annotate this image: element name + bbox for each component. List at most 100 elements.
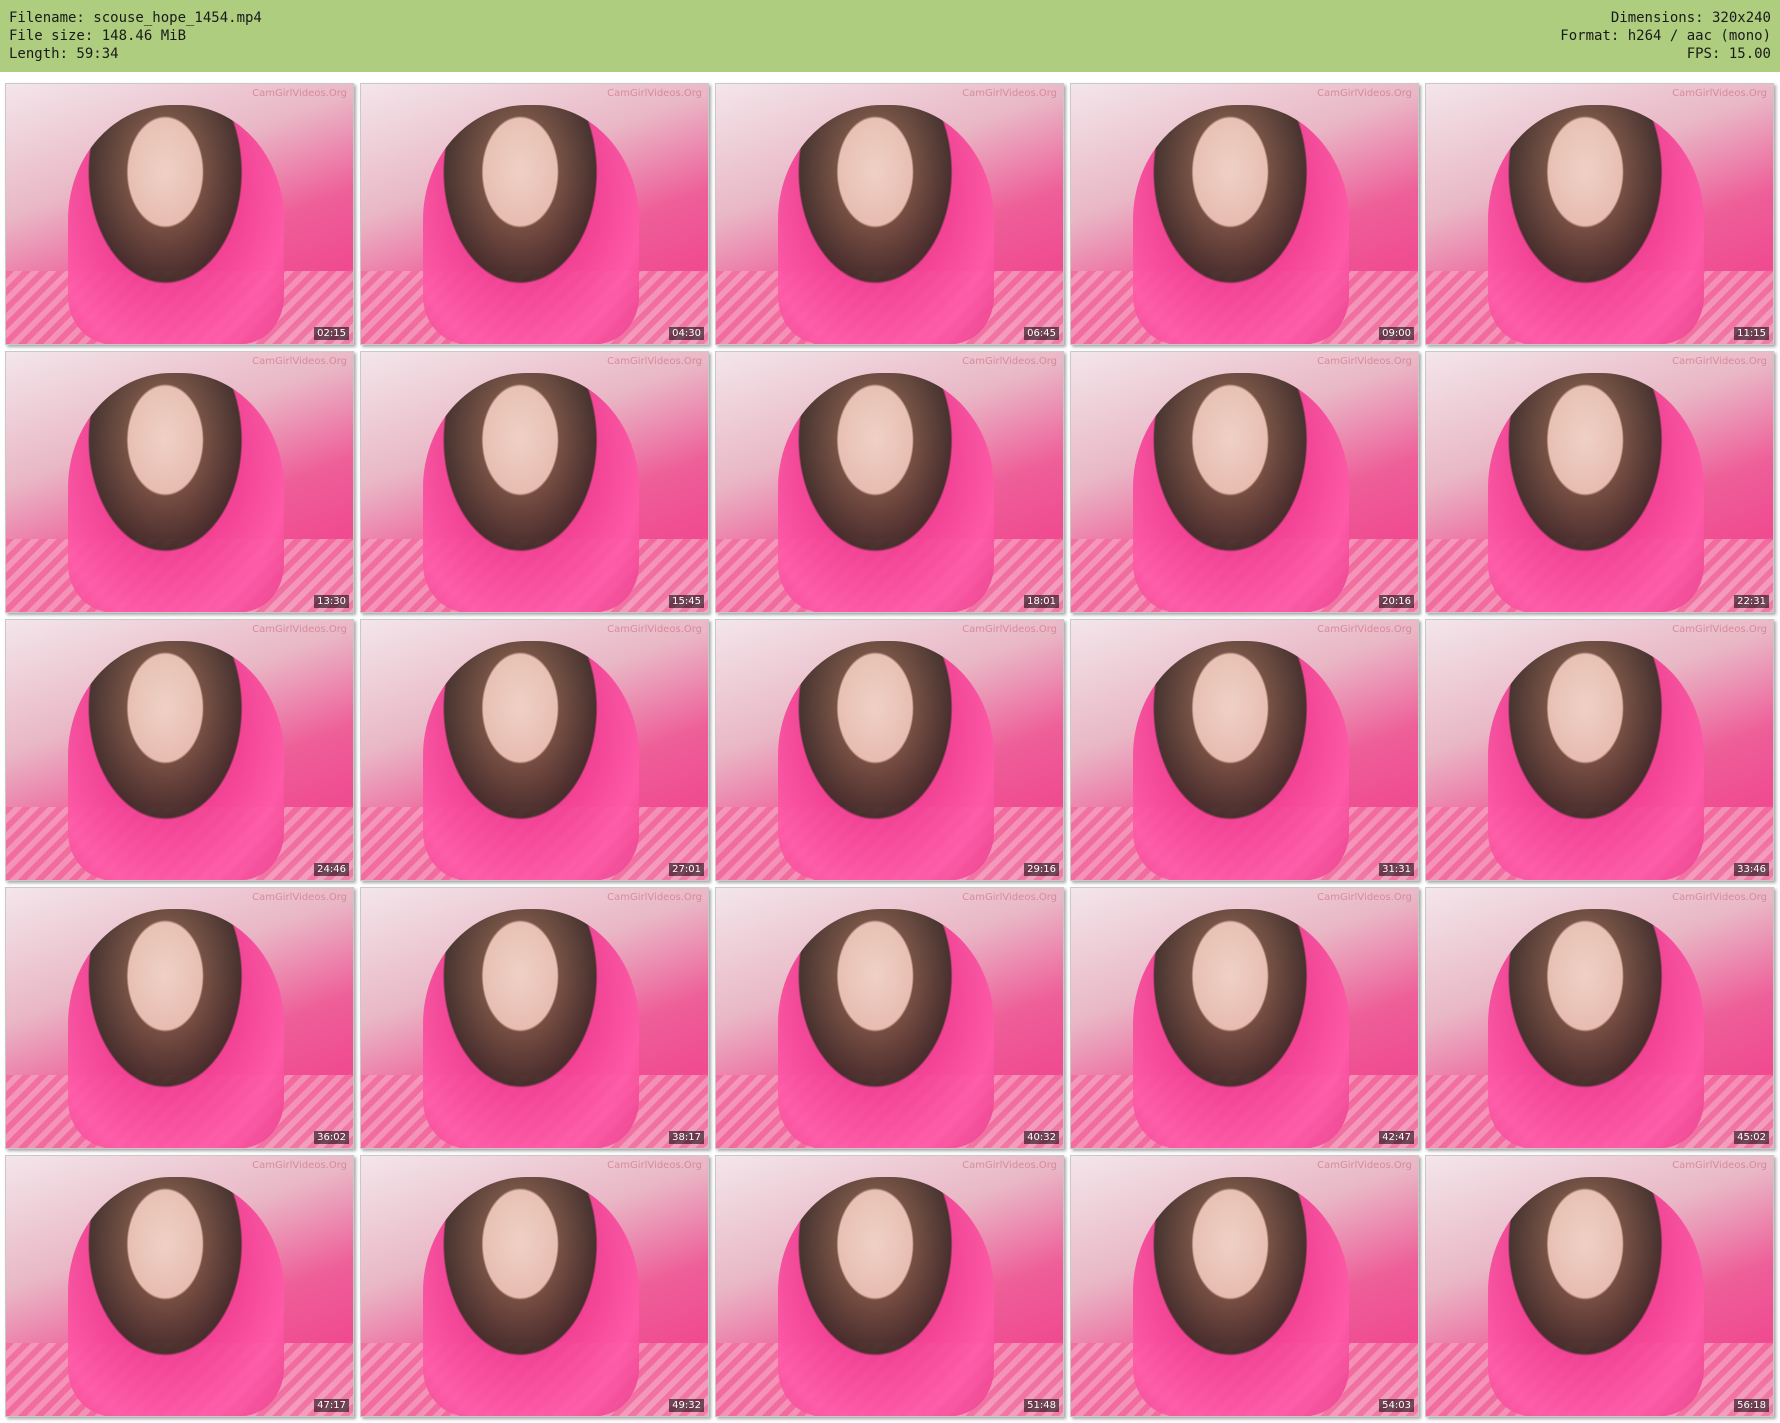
- thumbnail-timestamp: 31:31: [1379, 863, 1414, 876]
- thumbnail-image-figure: [778, 1176, 994, 1416]
- thumbnail-timestamp: 51:48: [1024, 1399, 1059, 1412]
- thumbnail-timestamp: 22:31: [1734, 595, 1769, 608]
- watermark-text: CamGirlVideos.Org: [607, 1160, 702, 1171]
- thumbnail-timestamp: 42:47: [1379, 1131, 1414, 1144]
- thumbnail-image-figure: [68, 640, 284, 880]
- thumbnail-timestamp: 40:32: [1024, 1131, 1059, 1144]
- watermark-text: CamGirlVideos.Org: [607, 356, 702, 367]
- thumbnail: CamGirlVideos.Org 09:00: [1070, 83, 1419, 345]
- thumbnail-image-figure: [423, 908, 639, 1148]
- thumbnail: CamGirlVideos.Org 36:02: [5, 887, 354, 1149]
- watermark-text: CamGirlVideos.Org: [252, 1160, 347, 1171]
- file-info: Filename: scouse_hope_1454.mp4 File size…: [9, 9, 262, 63]
- watermark-text: CamGirlVideos.Org: [1317, 1160, 1412, 1171]
- thumbnail: CamGirlVideos.Org 51:48: [715, 1155, 1064, 1417]
- thumbnail: CamGirlVideos.Org 06:45: [715, 83, 1064, 345]
- watermark-text: CamGirlVideos.Org: [1317, 356, 1412, 367]
- thumbnail: CamGirlVideos.Org 45:02: [1425, 887, 1774, 1149]
- watermark-text: CamGirlVideos.Org: [962, 892, 1057, 903]
- filesize-text: File size: 148.46 MiB: [9, 28, 187, 44]
- thumbnail: CamGirlVideos.Org 29:16: [715, 619, 1064, 881]
- thumbnail: CamGirlVideos.Org 04:30: [360, 83, 709, 345]
- thumbnail-timestamp: 20:16: [1379, 595, 1414, 608]
- thumbnail: CamGirlVideos.Org 20:16: [1070, 351, 1419, 613]
- thumbnail-timestamp: 33:46: [1734, 863, 1769, 876]
- thumbnail-image-figure: [1488, 372, 1704, 612]
- thumbnail-image-figure: [68, 372, 284, 612]
- thumbnail: CamGirlVideos.Org 22:31: [1425, 351, 1774, 613]
- thumbnail: CamGirlVideos.Org 54:03: [1070, 1155, 1419, 1417]
- thumbnail-timestamp: 54:03: [1379, 1399, 1414, 1412]
- thumbnail-image-figure: [1133, 1176, 1349, 1416]
- thumbnail-image-figure: [778, 908, 994, 1148]
- thumbnail-timestamp: 04:30: [669, 327, 704, 340]
- watermark-text: CamGirlVideos.Org: [962, 1160, 1057, 1171]
- thumbnail-image-figure: [423, 372, 639, 612]
- watermark-text: CamGirlVideos.Org: [1317, 88, 1412, 99]
- thumbnail-image-figure: [1133, 104, 1349, 344]
- thumbnail-image-figure: [423, 640, 639, 880]
- thumbnail: CamGirlVideos.Org 11:15: [1425, 83, 1774, 345]
- thumbnail: CamGirlVideos.Org 31:31: [1070, 619, 1419, 881]
- watermark-text: CamGirlVideos.Org: [252, 624, 347, 635]
- thumbnail-timestamp: 24:46: [314, 863, 349, 876]
- thumbnail: CamGirlVideos.Org 56:18: [1425, 1155, 1774, 1417]
- watermark-text: CamGirlVideos.Org: [962, 88, 1057, 99]
- thumbnail: CamGirlVideos.Org 27:01: [360, 619, 709, 881]
- stream-info: Dimensions: 320x240 Format: h264 / aac (…: [1560, 9, 1771, 63]
- thumbnail-image-figure: [1488, 104, 1704, 344]
- thumbnail-timestamp: 06:45: [1024, 327, 1059, 340]
- thumbnail: CamGirlVideos.Org 38:17: [360, 887, 709, 1149]
- thumbnail-image-figure: [778, 640, 994, 880]
- thumbnail-timestamp: 36:02: [314, 1131, 349, 1144]
- thumbnail: CamGirlVideos.Org 13:30: [5, 351, 354, 613]
- watermark-text: CamGirlVideos.Org: [607, 892, 702, 903]
- thumbnail: CamGirlVideos.Org 47:17: [5, 1155, 354, 1417]
- thumbnail: CamGirlVideos.Org 33:46: [1425, 619, 1774, 881]
- watermark-text: CamGirlVideos.Org: [607, 624, 702, 635]
- watermark-text: CamGirlVideos.Org: [1672, 88, 1767, 99]
- thumbnail-image-figure: [1488, 908, 1704, 1148]
- thumbnail-timestamp: 11:15: [1734, 327, 1769, 340]
- dimensions-text: Dimensions: 320x240: [1610, 10, 1771, 26]
- thumbnail: CamGirlVideos.Org 24:46: [5, 619, 354, 881]
- thumbnail-image-figure: [778, 372, 994, 612]
- thumbnail: CamGirlVideos.Org 40:32: [715, 887, 1064, 1149]
- watermark-text: CamGirlVideos.Org: [252, 892, 347, 903]
- thumbnail: CamGirlVideos.Org 15:45: [360, 351, 709, 613]
- thumbnail-timestamp: 18:01: [1024, 595, 1059, 608]
- watermark-text: CamGirlVideos.Org: [962, 624, 1057, 635]
- thumbnail-image-figure: [1133, 640, 1349, 880]
- filename-text: Filename: scouse_hope_1454.mp4: [9, 10, 262, 26]
- thumbnail: CamGirlVideos.Org 02:15: [5, 83, 354, 345]
- thumbnail-image-figure: [1133, 908, 1349, 1148]
- thumbnail-image-figure: [1488, 640, 1704, 880]
- thumbnail: CamGirlVideos.Org 49:32: [360, 1155, 709, 1417]
- thumbnail-image-figure: [68, 908, 284, 1148]
- thumbnail-image-figure: [423, 1176, 639, 1416]
- watermark-text: CamGirlVideos.Org: [607, 88, 702, 99]
- watermark-text: CamGirlVideos.Org: [1672, 624, 1767, 635]
- watermark-text: CamGirlVideos.Org: [1672, 356, 1767, 367]
- thumbnail-grid: CamGirlVideos.Org 02:15 CamGirlVideos.Org 0…: [0, 72, 1780, 1423]
- thumbnail-image-figure: [423, 104, 639, 344]
- thumbnail-image-figure: [68, 104, 284, 344]
- thumbnail: CamGirlVideos.Org 42:47: [1070, 887, 1419, 1149]
- thumbnail-timestamp: 47:17: [314, 1399, 349, 1412]
- thumbnail-timestamp: 38:17: [669, 1131, 704, 1144]
- watermark-text: CamGirlVideos.Org: [1672, 1160, 1767, 1171]
- info-header: Filename: scouse_hope_1454.mp4 File size…: [0, 0, 1780, 72]
- thumbnail-timestamp: 02:15: [314, 327, 349, 340]
- watermark-text: CamGirlVideos.Org: [962, 356, 1057, 367]
- thumbnail-timestamp: 49:32: [669, 1399, 704, 1412]
- length-text: Length: 59:34: [9, 46, 119, 62]
- thumbnail-timestamp: 15:45: [669, 595, 704, 608]
- thumbnail-timestamp: 56:18: [1734, 1399, 1769, 1412]
- thumbnail-image-figure: [1133, 372, 1349, 612]
- thumbnail-image-figure: [778, 104, 994, 344]
- thumbnail-timestamp: 27:01: [669, 863, 704, 876]
- watermark-text: CamGirlVideos.Org: [1317, 624, 1412, 635]
- format-text: Format: h264 / aac (mono): [1560, 28, 1771, 44]
- watermark-text: CamGirlVideos.Org: [252, 356, 347, 367]
- thumbnail: CamGirlVideos.Org 18:01: [715, 351, 1064, 613]
